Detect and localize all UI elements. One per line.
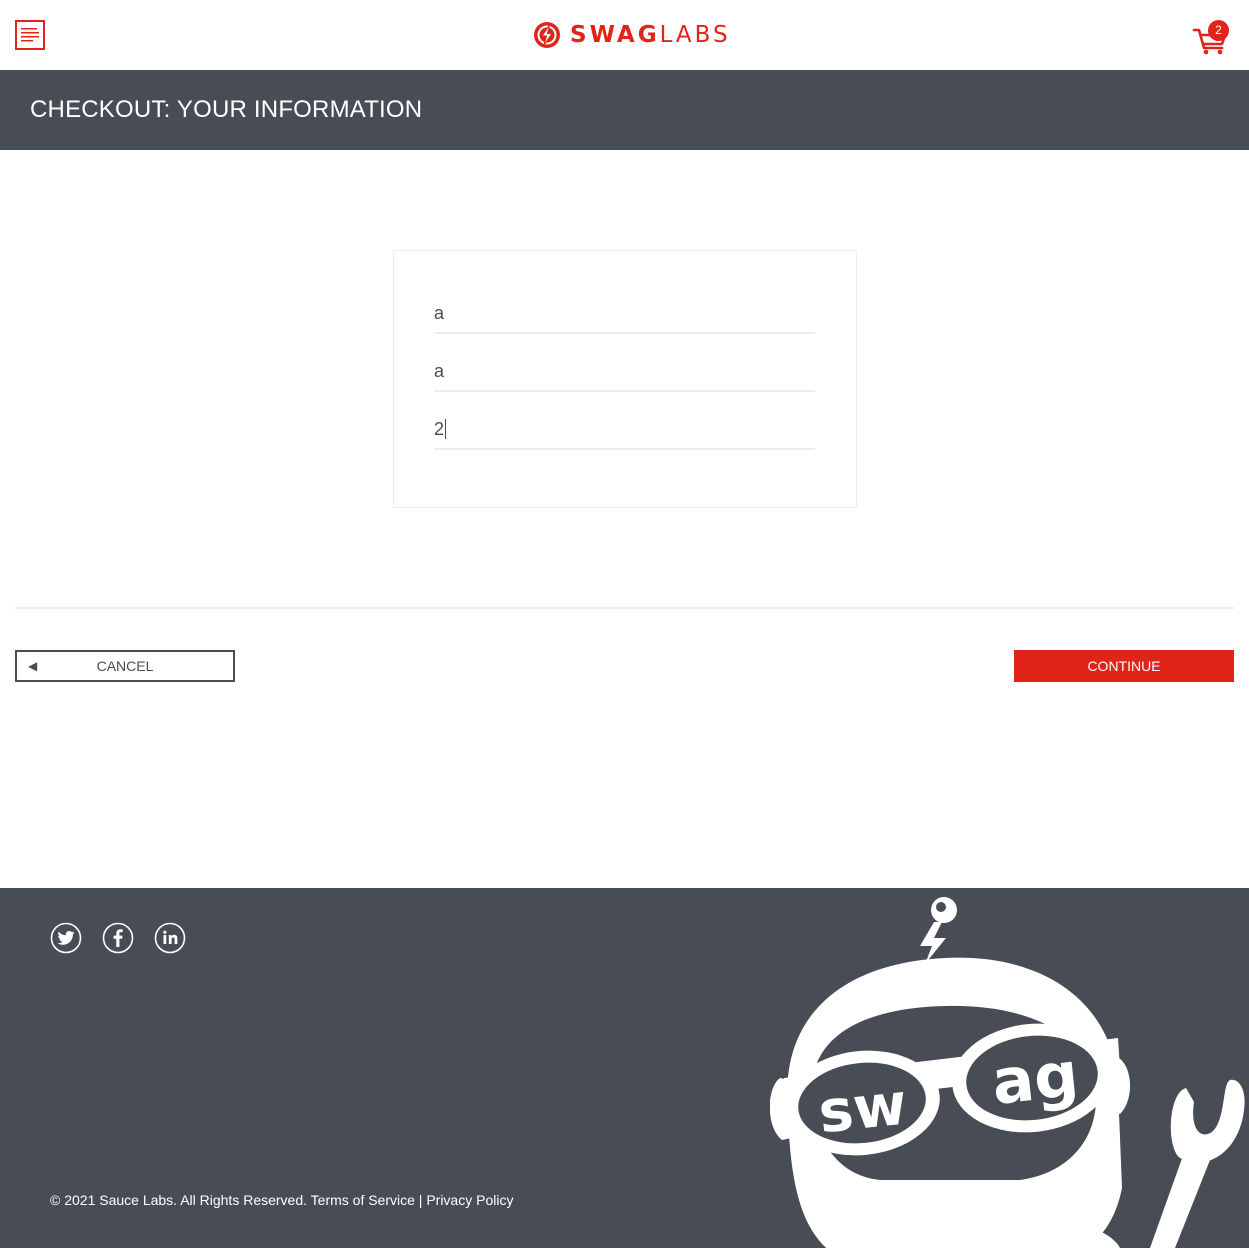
copyright-text: © 2021 Sauce Labs. All Rights Reserved. … — [50, 1192, 514, 1208]
swag-labs-logo: SWAGLABS — [533, 20, 731, 50]
logo-text-light: LABS — [659, 22, 731, 48]
hamburger-icon — [21, 28, 39, 42]
mascot-text-right: ag — [988, 1037, 1081, 1119]
menu-button[interactable] — [15, 20, 45, 50]
page-title: CHECKOUT: YOUR INFORMATION — [30, 96, 423, 123]
continue-button[interactable]: CONTINUE — [1014, 650, 1234, 682]
cart-badge[interactable]: 2 — [1208, 20, 1229, 41]
swag-bot-mascot: sw ag — [770, 897, 1245, 1248]
cancel-label: CANCEL — [96, 658, 154, 674]
logo-text-bold: SWAG — [570, 22, 660, 48]
first-name-input[interactable] — [434, 294, 815, 332]
lightning-logo-icon — [534, 22, 560, 48]
first-name-field — [434, 294, 815, 334]
twitter-icon[interactable] — [50, 922, 82, 954]
last-name-field — [434, 352, 815, 392]
linkedin-icon[interactable] — [154, 922, 186, 954]
cancel-button[interactable]: ◀ CANCEL — [15, 650, 235, 682]
mascot-text-left: sw — [815, 1070, 910, 1147]
logo-text: SWAGLABS — [570, 20, 731, 50]
top-bar: SWAGLABS 2 — [0, 0, 1249, 70]
postal-code-field — [434, 410, 815, 450]
facebook-icon[interactable] — [102, 922, 134, 954]
divider — [15, 607, 1234, 609]
continue-label: CONTINUE — [1087, 658, 1161, 674]
postal-code-input[interactable] — [434, 410, 815, 448]
footer: © 2021 Sauce Labs. All Rights Reserved. … — [0, 888, 1249, 1248]
last-name-input[interactable] — [434, 352, 815, 390]
text-cursor — [445, 419, 446, 439]
